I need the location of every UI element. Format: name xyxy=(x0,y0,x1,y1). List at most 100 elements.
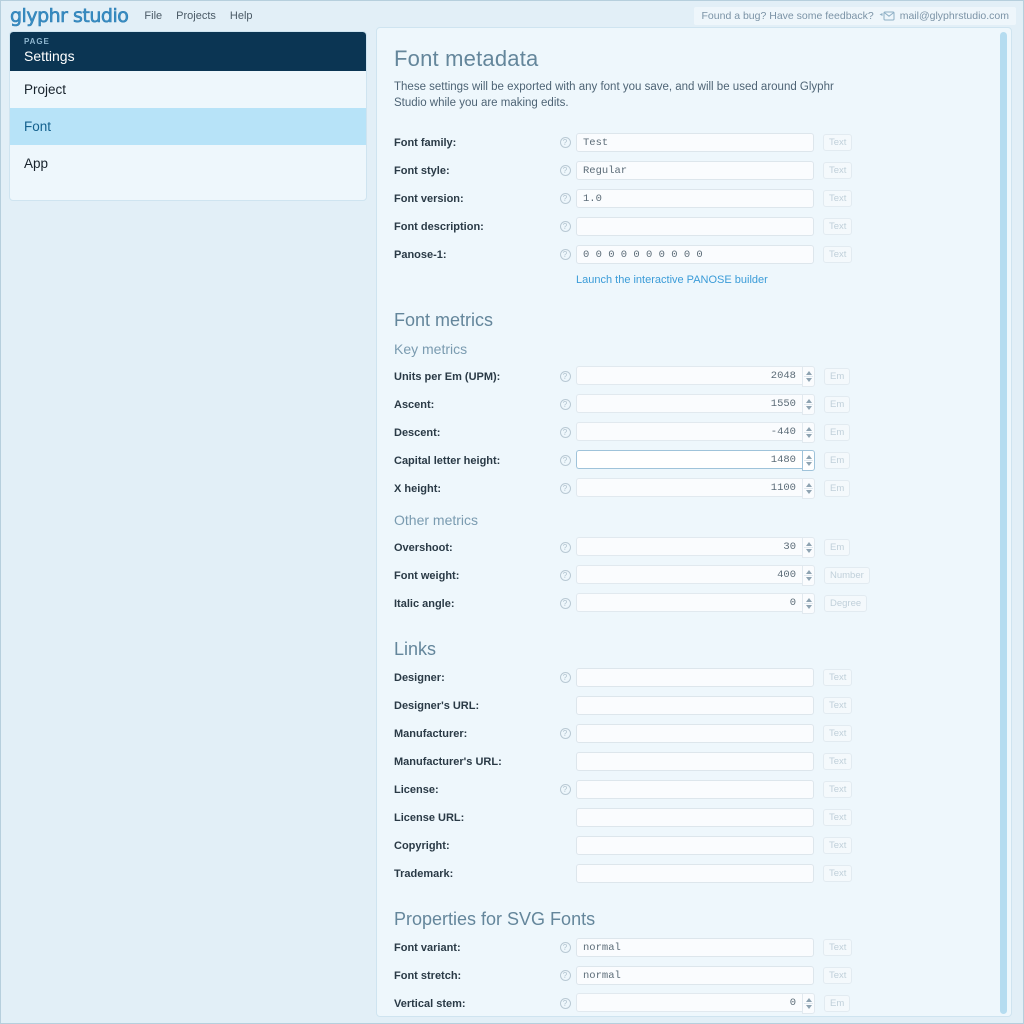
input-capital-letter-height[interactable] xyxy=(576,450,802,469)
question-mark-icon[interactable]: ? xyxy=(559,672,571,683)
unit-tag: Text xyxy=(823,218,853,235)
question-mark-icon[interactable]: ? xyxy=(559,728,571,739)
question-mark-icon[interactable]: ? xyxy=(559,371,571,382)
stepper-down-icon[interactable] xyxy=(805,406,812,410)
input-vertical-stem[interactable] xyxy=(576,993,802,1012)
stepper-down-icon[interactable] xyxy=(805,434,812,438)
input-wrap: Em xyxy=(576,422,851,443)
number-stepper[interactable] xyxy=(802,394,815,415)
input-font-stretch[interactable] xyxy=(576,966,814,985)
question-mark-icon[interactable]: ? xyxy=(559,784,571,795)
input-wrap: Text xyxy=(576,217,853,236)
vertical-scrollbar-thumb[interactable] xyxy=(1000,32,1007,1014)
stepper-up-icon[interactable] xyxy=(805,998,812,1002)
unit-tag: Text xyxy=(823,162,853,179)
field-row-italic-angle: Italic angle:? Degree xyxy=(394,590,1011,617)
panose-builder-link[interactable]: Launch the interactive PANOSE builder xyxy=(576,274,768,286)
stepper-down-icon[interactable] xyxy=(805,577,812,581)
number-stepper[interactable] xyxy=(802,993,815,1014)
menu-item-projects[interactable]: Projects xyxy=(176,10,216,22)
question-mark-icon[interactable]: ? xyxy=(559,598,571,609)
question-mark-icon[interactable]: ? xyxy=(559,455,571,466)
stepper-up-icon[interactable] xyxy=(805,371,812,375)
menu-item-file[interactable]: File xyxy=(144,10,162,22)
question-mark-icon[interactable]: ? xyxy=(559,249,571,260)
number-stepper[interactable] xyxy=(802,366,815,387)
stepper-divider xyxy=(804,1003,813,1004)
input-x-height[interactable] xyxy=(576,478,802,497)
question-mark-icon[interactable]: ? xyxy=(559,970,571,981)
unit-tag: Em xyxy=(824,396,851,413)
input-copyright[interactable] xyxy=(576,836,814,855)
input-font-weight[interactable] xyxy=(576,565,802,584)
number-stepper[interactable] xyxy=(802,537,815,558)
feedback-email[interactable]: mail@glyphrstudio.com xyxy=(900,10,1009,22)
stepper-up-icon[interactable] xyxy=(805,570,812,574)
number-stepper[interactable] xyxy=(802,593,815,614)
stepper-down-icon[interactable] xyxy=(805,549,812,553)
input-units-per-em-upm[interactable] xyxy=(576,366,802,385)
question-mark-icon[interactable]: ? xyxy=(559,427,571,438)
app-logo[interactable]: glyphr studio xyxy=(10,6,130,26)
stepper-up-icon[interactable] xyxy=(805,427,812,431)
unit-tag: Text xyxy=(823,190,853,207)
sidebar-item-label: Project xyxy=(24,82,67,97)
input-panose-1[interactable] xyxy=(576,245,814,264)
stepper-down-icon[interactable] xyxy=(805,490,812,494)
input-manufacturer[interactable] xyxy=(576,724,814,743)
question-mark-icon[interactable]: ? xyxy=(559,165,571,176)
input-license-url[interactable] xyxy=(576,808,814,827)
question-mark-icon[interactable]: ? xyxy=(559,399,571,410)
question-mark-icon[interactable]: ? xyxy=(559,570,571,581)
field-label: Manufacturer's URL: xyxy=(394,755,502,768)
stepper-up-icon[interactable] xyxy=(805,455,812,459)
stepper-down-icon[interactable] xyxy=(805,605,812,609)
sidebar-item-font[interactable]: Font xyxy=(10,108,366,145)
field-row-trademark: Trademark: Text xyxy=(394,860,1011,887)
input-trademark[interactable] xyxy=(576,864,814,883)
stepper-down-icon[interactable] xyxy=(805,462,812,466)
input-manufacturer-s-url[interactable] xyxy=(576,752,814,771)
stepper-up-icon[interactable] xyxy=(805,483,812,487)
number-stepper[interactable] xyxy=(802,450,815,471)
stepper-up-icon[interactable] xyxy=(805,542,812,546)
key-metrics-field-group: Units per Em (UPM):?EmAscent:?EmDescent:… xyxy=(394,363,1011,502)
input-ascent[interactable] xyxy=(576,394,802,413)
input-wrap: Text xyxy=(576,668,853,687)
help-slot: ? xyxy=(554,371,576,382)
help-slot: ? xyxy=(554,399,576,410)
input-font-description[interactable] xyxy=(576,217,814,236)
sidebar-item-project[interactable]: Project xyxy=(10,71,366,108)
question-mark-icon[interactable]: ? xyxy=(559,542,571,553)
input-font-variant[interactable] xyxy=(576,938,814,957)
input-font-style[interactable] xyxy=(576,161,814,180)
field-row-font-weight: Font weight:? Number xyxy=(394,562,1011,589)
question-mark-icon[interactable]: ? xyxy=(559,942,571,953)
menu-item-help[interactable]: Help xyxy=(230,10,253,22)
sidebar-item-app[interactable]: App xyxy=(10,145,366,182)
unit-tag: Degree xyxy=(824,595,868,612)
input-designer-s-url[interactable] xyxy=(576,696,814,715)
vertical-scrollbar-track[interactable] xyxy=(999,32,1008,1014)
stepper-down-icon[interactable] xyxy=(805,1005,812,1009)
stepper-down-icon[interactable] xyxy=(805,378,812,382)
question-mark-icon[interactable]: ? xyxy=(559,137,571,148)
input-descent[interactable] xyxy=(576,422,802,441)
question-mark-icon[interactable]: ? xyxy=(559,193,571,204)
question-mark-icon[interactable]: ? xyxy=(559,483,571,494)
input-overshoot[interactable] xyxy=(576,537,802,556)
number-stepper[interactable] xyxy=(802,478,815,499)
help-slot: ? xyxy=(554,483,576,494)
field-row-ascent: Ascent:? Em xyxy=(394,391,1011,418)
input-font-family[interactable] xyxy=(576,133,814,152)
stepper-up-icon[interactable] xyxy=(805,399,812,403)
stepper-up-icon[interactable] xyxy=(805,598,812,602)
question-mark-icon[interactable]: ? xyxy=(559,221,571,232)
question-mark-icon[interactable]: ? xyxy=(559,998,571,1009)
input-license[interactable] xyxy=(576,780,814,799)
input-designer[interactable] xyxy=(576,668,814,687)
input-italic-angle[interactable] xyxy=(576,593,802,612)
number-stepper[interactable] xyxy=(802,422,815,443)
number-stepper[interactable] xyxy=(802,565,815,586)
input-font-version[interactable] xyxy=(576,189,814,208)
